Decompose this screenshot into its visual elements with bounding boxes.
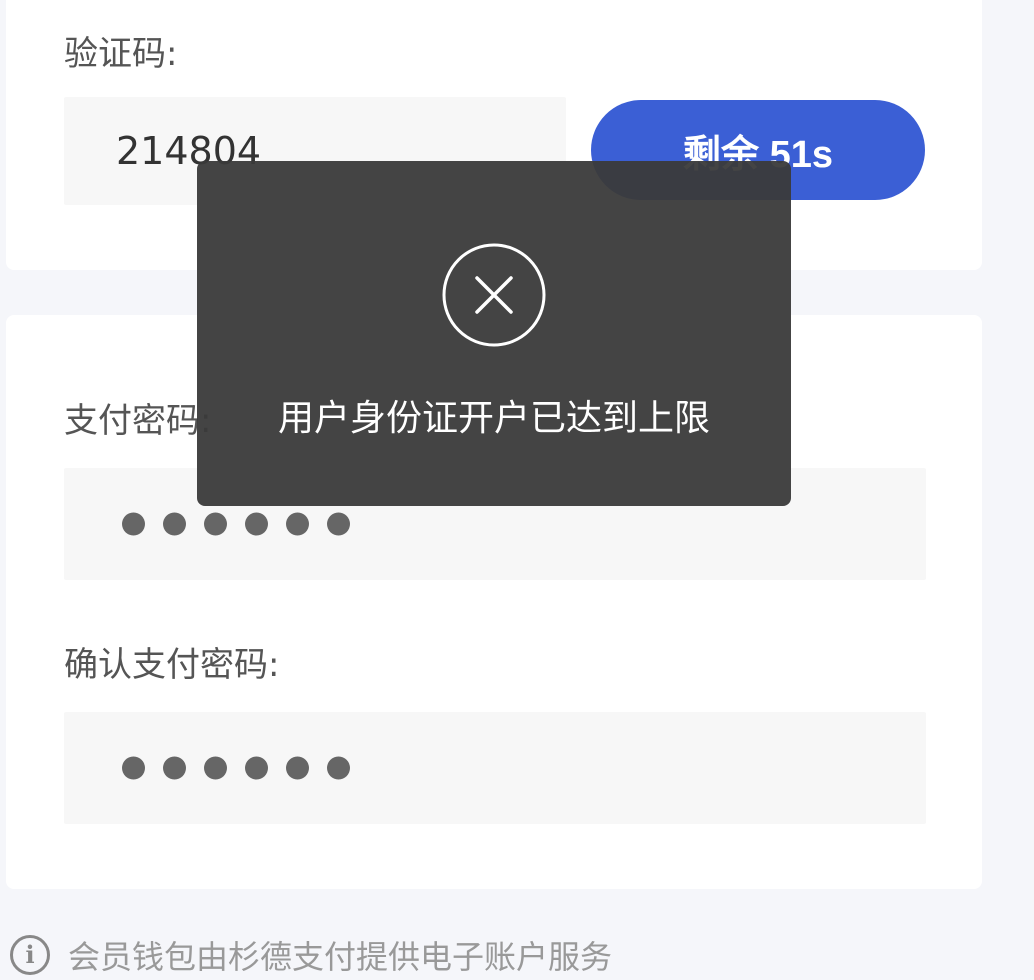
payment-password-label: 支付密码: [64, 401, 212, 441]
password-dot [163, 512, 186, 536]
password-dot [286, 756, 309, 780]
password-dot [204, 512, 227, 536]
service-note-text: 会员钱包由杉德支付提供电子账户服务 [68, 938, 613, 976]
confirm-password-dots [122, 756, 350, 780]
toast-message: 用户身份证开户已达到上限 [277, 398, 710, 439]
password-dot [122, 512, 145, 536]
wallet-setup-screen: 验证码: 214804 剩余 51s 支付密码: 确认支付密码: i 会员钱包由… [0, 0, 1034, 980]
password-dot [204, 756, 227, 780]
close-circle-icon [442, 243, 546, 347]
info-icon: i [10, 935, 50, 975]
password-dot [327, 512, 350, 536]
password-dot [163, 756, 186, 780]
verification-code-label: 验证码: [64, 34, 178, 74]
service-note: i 会员钱包由杉德支付提供电子账户服务 [10, 932, 612, 978]
payment-password-dots [122, 512, 350, 536]
error-toast: 用户身份证开户已达到上限 [197, 161, 791, 506]
password-dot [327, 756, 350, 780]
password-dot [245, 512, 268, 536]
password-dot [286, 512, 309, 536]
password-dot [245, 756, 268, 780]
confirm-password-input[interactable] [64, 712, 926, 824]
confirm-password-label: 确认支付密码: [64, 645, 280, 685]
password-dot [122, 756, 145, 780]
